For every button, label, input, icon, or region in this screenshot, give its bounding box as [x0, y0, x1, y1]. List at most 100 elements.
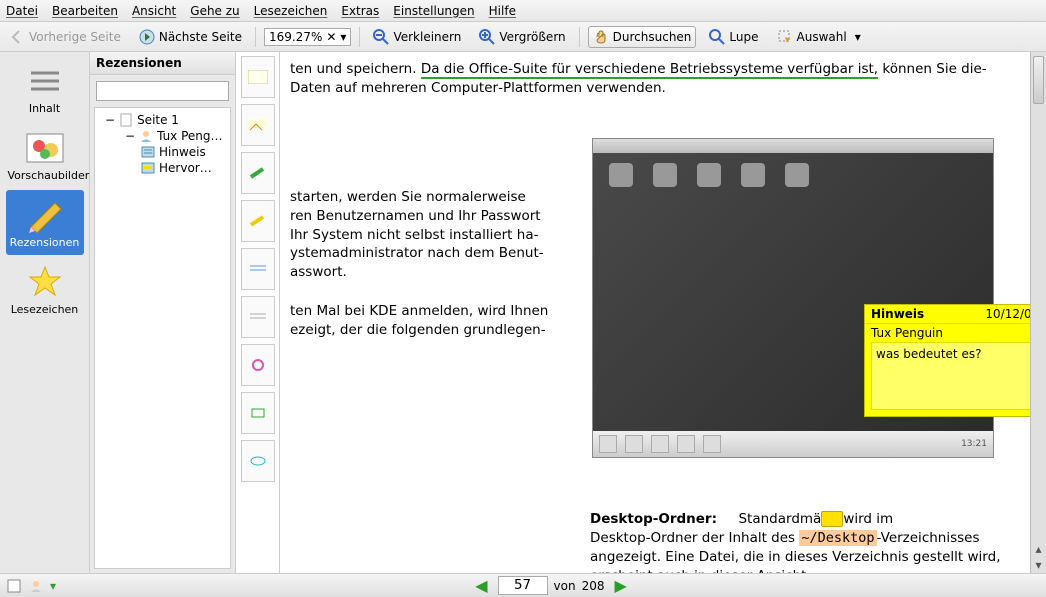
- text-paragraph: starten, werden Sie normalerweise ren Be…: [290, 188, 550, 282]
- thumbnail[interactable]: [241, 344, 275, 386]
- toolbar: Vorherige Seite Nächste Seite 169.27% ✕ …: [0, 22, 1046, 52]
- page-of-label: von: [554, 579, 576, 593]
- loupe-icon: [709, 29, 725, 45]
- thumbnail[interactable]: [241, 104, 275, 146]
- scroll-down-icon[interactable]: ▾: [1031, 557, 1046, 573]
- menubar: Datei Bearbeiten Ansicht Gehe zu Lesezei…: [0, 0, 1046, 22]
- scroll-up-icon[interactable]: ▴: [1031, 541, 1046, 557]
- thumbnail[interactable]: [241, 296, 275, 338]
- next-page-button[interactable]: Nächste Seite: [134, 26, 247, 48]
- clear-icon[interactable]: ✕: [326, 30, 336, 44]
- menu-bookmarks[interactable]: Lesezeichen: [254, 4, 328, 18]
- collapse-icon[interactable]: −: [125, 129, 135, 143]
- menu-view[interactable]: Ansicht: [132, 4, 176, 18]
- tab-bookmarks[interactable]: Lesezeichen: [6, 257, 84, 322]
- arrow-left-icon: [9, 29, 25, 45]
- tab-contents[interactable]: Inhalt: [6, 56, 84, 121]
- taskbar-icon: [677, 435, 695, 453]
- reviews-panel: Rezensionen − Seite 1 − Tux Peng… Hinwei…: [90, 52, 236, 573]
- zoom-combo[interactable]: 169.27% ✕ ▾: [264, 28, 351, 46]
- separator: [255, 27, 256, 47]
- menu-edit[interactable]: Bearbeiten: [52, 4, 118, 18]
- collapse-icon[interactable]: −: [105, 113, 115, 127]
- document-page[interactable]: ten und speichern. Da die Office-Suite f…: [280, 52, 1030, 573]
- text-fragment: Standardmä: [738, 511, 821, 527]
- thumbnails-icon: [21, 129, 69, 167]
- annotation-text[interactable]: was bedeutet es?: [871, 342, 1030, 410]
- user-icon[interactable]: [28, 578, 44, 594]
- tab-reviews[interactable]: Rezensionen: [6, 190, 84, 255]
- taskbar-clock: 13:21: [961, 439, 987, 449]
- browse-button[interactable]: Durchsuchen: [588, 26, 697, 48]
- menu-extras[interactable]: Extras: [341, 4, 379, 18]
- highlighted-text[interactable]: Da die Office-Suite für verschiedene Bet…: [421, 61, 878, 79]
- zoom-in-button[interactable]: Vergrößern: [474, 26, 570, 48]
- thumbnail[interactable]: [241, 440, 275, 482]
- loupe-label: Lupe: [729, 30, 758, 44]
- side-panel: Inhalt Vorschaubilder Rezensionen Leseze…: [0, 52, 90, 573]
- annotation-author: Tux Penguin: [871, 326, 1030, 340]
- chevron-down-icon[interactable]: ▾: [340, 30, 346, 44]
- zoom-out-label: Verkleinern: [393, 30, 461, 44]
- inline-note-icon[interactable]: [821, 511, 843, 527]
- statusbar: ▾ ◀ von 208 ▶: [0, 573, 1046, 597]
- tree-note[interactable]: Hinweis: [97, 144, 228, 160]
- screenshot-taskbar: 13:21: [593, 431, 993, 457]
- prev-page-nav[interactable]: ◀: [471, 576, 491, 595]
- zoom-out-button[interactable]: Verkleinern: [368, 26, 466, 48]
- bookmarks-icon: [21, 263, 69, 301]
- menu-help[interactable]: Hilfe: [489, 4, 516, 18]
- desktop-icon: [653, 163, 677, 187]
- taskbar-icon: [651, 435, 669, 453]
- document-area: ten und speichern. Da die Office-Suite f…: [236, 52, 1046, 573]
- annotation-timestamp: 10/12/09 14:48:04: [985, 307, 1030, 321]
- tree-author[interactable]: − Tux Peng…: [97, 128, 228, 144]
- chevron-down-icon[interactable]: ▾: [855, 30, 861, 44]
- zoom-out-icon: [373, 29, 389, 45]
- zoom-in-icon: [479, 29, 495, 45]
- loupe-button[interactable]: Lupe: [704, 26, 763, 48]
- thumbnail[interactable]: [241, 248, 275, 290]
- hand-icon: [593, 29, 609, 45]
- dropdown-icon[interactable]: ▾: [50, 579, 56, 593]
- zoom-in-label: Vergrößern: [499, 30, 565, 44]
- page-icon: [119, 113, 133, 127]
- screenshot-titlebar: [593, 139, 993, 153]
- separator: [579, 27, 580, 47]
- text-paragraph: ten Mal bei KDE anmelden, wird Ihnen eze…: [290, 302, 550, 340]
- desktop-icon: [785, 163, 809, 187]
- scrollbar-handle[interactable]: [1033, 56, 1044, 104]
- taskbar-icon: [625, 435, 643, 453]
- next-page-label: Nächste Seite: [159, 30, 242, 44]
- annotation-header: Hinweis 10/12/09 14:48:04 ✕: [865, 305, 1030, 323]
- tab-bookmarks-label: Lesezeichen: [11, 303, 79, 316]
- tree-highlight[interactable]: Hervor…: [97, 160, 228, 176]
- prev-page-button: Vorherige Seite: [4, 26, 126, 48]
- page-layout-icon[interactable]: [6, 578, 22, 594]
- vertical-scrollbar[interactable]: ▴ ▾: [1030, 52, 1046, 573]
- menu-settings[interactable]: Einstellungen: [393, 4, 474, 18]
- reviews-search: [96, 81, 229, 101]
- thumbnail-strip: [236, 52, 280, 573]
- tree-page[interactable]: − Seite 1: [97, 112, 228, 128]
- menu-goto[interactable]: Gehe zu: [190, 4, 239, 18]
- annotation-popup[interactable]: Hinweis 10/12/09 14:48:04 ✕ Tux Penguin …: [864, 304, 1030, 417]
- tab-reviews-label: Rezensionen: [10, 236, 80, 249]
- page-number-input[interactable]: [498, 576, 548, 595]
- next-page-nav[interactable]: ▶: [611, 576, 631, 595]
- zoom-value: 169.27%: [269, 30, 322, 44]
- prev-page-label: Vorherige Seite: [29, 30, 121, 44]
- desktop-icon: [697, 163, 721, 187]
- menu-file[interactable]: Datei: [6, 4, 38, 18]
- thumbnail[interactable]: [241, 56, 275, 98]
- thumbnail[interactable]: [241, 200, 275, 242]
- tree-author-label: Tux Peng…: [157, 129, 222, 143]
- thumbnail[interactable]: [241, 152, 275, 194]
- thumbnail[interactable]: [241, 392, 275, 434]
- tab-thumbnails[interactable]: Vorschaubilder: [6, 123, 84, 188]
- arrow-right-icon: [139, 29, 155, 45]
- select-button[interactable]: Auswahl ▾: [772, 26, 866, 48]
- tab-contents-label: Inhalt: [29, 102, 60, 115]
- reviews-search-input[interactable]: [96, 81, 229, 101]
- tree-page-label: Seite 1: [137, 113, 179, 127]
